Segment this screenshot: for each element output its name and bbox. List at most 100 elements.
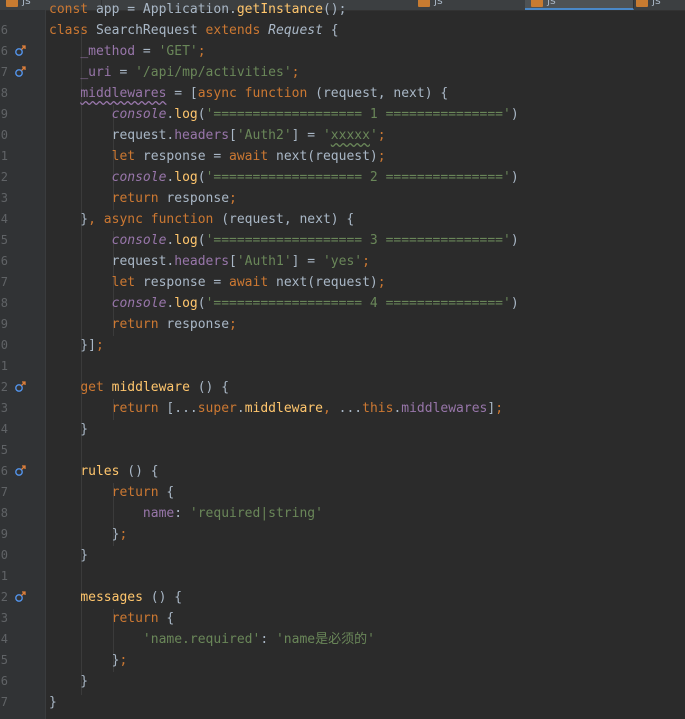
code-line[interactable]: 7} (1, 692, 685, 713)
code-token: } (49, 695, 57, 710)
line-number: 9 (0, 107, 8, 121)
code-line[interactable]: 6 _method = 'GET'; (1, 41, 685, 62)
code-token: '=================== 1 ===============' (205, 107, 511, 122)
code-token: let (111, 149, 136, 164)
code-line[interactable]: 5 console.log('=================== 3 ===… (1, 230, 685, 251)
code-line[interactable]: 7 return { (1, 482, 685, 503)
line-number: 7 (0, 65, 8, 79)
code-line[interactable]: 3 return { (1, 608, 685, 629)
code-line[interactable]: 4 'name.required': 'name是必须的' (1, 629, 685, 650)
code-token: return (111, 485, 159, 500)
code-text: console.log('=================== 4 =====… (49, 293, 519, 314)
code-token: ; (229, 317, 237, 332)
code-text: }; (49, 650, 128, 671)
code-text: request.headers['Auth2'] = 'xxxxx'; (49, 125, 386, 146)
line-number: 4 (0, 212, 8, 226)
code-line[interactable]: 7 let response = await next(request); (1, 272, 685, 293)
code-line[interactable]: 6 request.headers['Auth1'] = 'yes'; (1, 251, 685, 272)
code-line[interactable]: 8 middlewares = [async function (request… (1, 83, 685, 104)
code-line[interactable]: 2 get middleware () { (1, 377, 685, 398)
code-token: ' (369, 128, 378, 143)
code-text: } (49, 692, 57, 713)
code-token: [ (229, 254, 237, 269)
code-line[interactable]: 9 console.log('=================== 1 ===… (1, 104, 685, 125)
code-text: rules () { (49, 461, 158, 482)
code-line[interactable]: 6 } (1, 671, 685, 692)
code-token: return (111, 401, 159, 416)
code-line[interactable]: 9 return response; (1, 314, 685, 335)
code-line[interactable]: 3 return response; (1, 188, 685, 209)
code-text: }]; (49, 335, 104, 356)
code-text: _uri = '/api/mp/activities'; (49, 62, 299, 83)
code-line[interactable]: 4 }, async function (request, next) { (1, 209, 685, 230)
code-token: ( (197, 296, 206, 311)
code-token: , (322, 401, 331, 416)
override-arrow-icon[interactable] (14, 45, 26, 57)
code-token: middlewares (80, 86, 167, 101)
code-line[interactable]: 6 rules () { (1, 461, 685, 482)
code-line[interactable]: 0 } (1, 545, 685, 566)
code-line[interactable]: 4 } (1, 419, 685, 440)
code-token: return (111, 317, 159, 332)
line-number: 2 (0, 380, 8, 394)
line-number: 1 (0, 359, 8, 373)
code-token: _uri (80, 65, 112, 80)
code-line[interactable]: 6 class SearchRequest extends Request { (1, 20, 685, 41)
code-line[interactable]: 0 }]; (1, 335, 685, 356)
code-token: ' (322, 128, 331, 143)
code-token: await (229, 275, 269, 290)
code-token: '=================== 2 ===============' (205, 170, 511, 185)
code-token: console (111, 296, 167, 311)
code-token: request. (49, 128, 175, 143)
code-token: ; (495, 401, 504, 416)
code-line[interactable]: 0 request.headers['Auth2'] = 'xxxxx'; (1, 125, 685, 146)
code-token: next(request) (268, 275, 378, 290)
code-token: ; (291, 65, 300, 80)
code-line[interactable]: 2 messages () { (1, 587, 685, 608)
code-line[interactable]: 9 }; (1, 524, 685, 545)
code-token: response (158, 317, 230, 332)
override-arrow-icon[interactable] (14, 66, 26, 78)
tab-label: js (22, 0, 31, 7)
line-number: 0 (0, 338, 8, 352)
code-token: 'name.required' (142, 632, 261, 647)
override-arrow-icon[interactable] (14, 381, 26, 393)
code-token: 'GET' (158, 44, 198, 59)
code-token: app = Application. (88, 2, 237, 17)
code-line[interactable]: 5 }; (1, 650, 685, 671)
line-number: 8 (0, 506, 8, 520)
code-line[interactable]: 1 (1, 566, 685, 587)
code-token: , (88, 212, 96, 227)
code-editor[interactable]: const app = Application.getInstance(); 6 c… (1, 2, 685, 719)
code-text: return { (49, 608, 175, 629)
code-token: '=================== 4 ===============' (205, 296, 511, 311)
code-line[interactable]: 1 (1, 356, 685, 377)
override-arrow-icon[interactable] (14, 591, 26, 603)
code-text: return response; (49, 314, 237, 335)
code-line[interactable]: 1 let response = await next(request); (1, 146, 685, 167)
code-text: request.headers['Auth1'] = 'yes'; (49, 251, 370, 272)
code-line[interactable]: 7 _uri = '/api/mp/activities'; (1, 62, 685, 83)
code-line[interactable]: 3 return [...super.middleware, ...this.m… (1, 398, 685, 419)
code-token: headers (174, 128, 230, 143)
code-line[interactable]: 2 console.log('=================== 2 ===… (1, 167, 685, 188)
code-line[interactable]: 5 (1, 440, 685, 461)
code-token: async function (197, 86, 308, 101)
code-line[interactable]: const app = Application.getInstance(); (46, 0, 685, 20)
code-token: console (111, 170, 167, 185)
line-number: 5 (0, 653, 8, 667)
code-line[interactable]: 8 name: 'required|string' (1, 503, 685, 524)
code-token: log (174, 296, 198, 311)
line-number: 8 (0, 296, 8, 310)
override-arrow-icon[interactable] (14, 465, 26, 477)
code-line[interactable]: 8 console.log('=================== 4 ===… (1, 293, 685, 314)
